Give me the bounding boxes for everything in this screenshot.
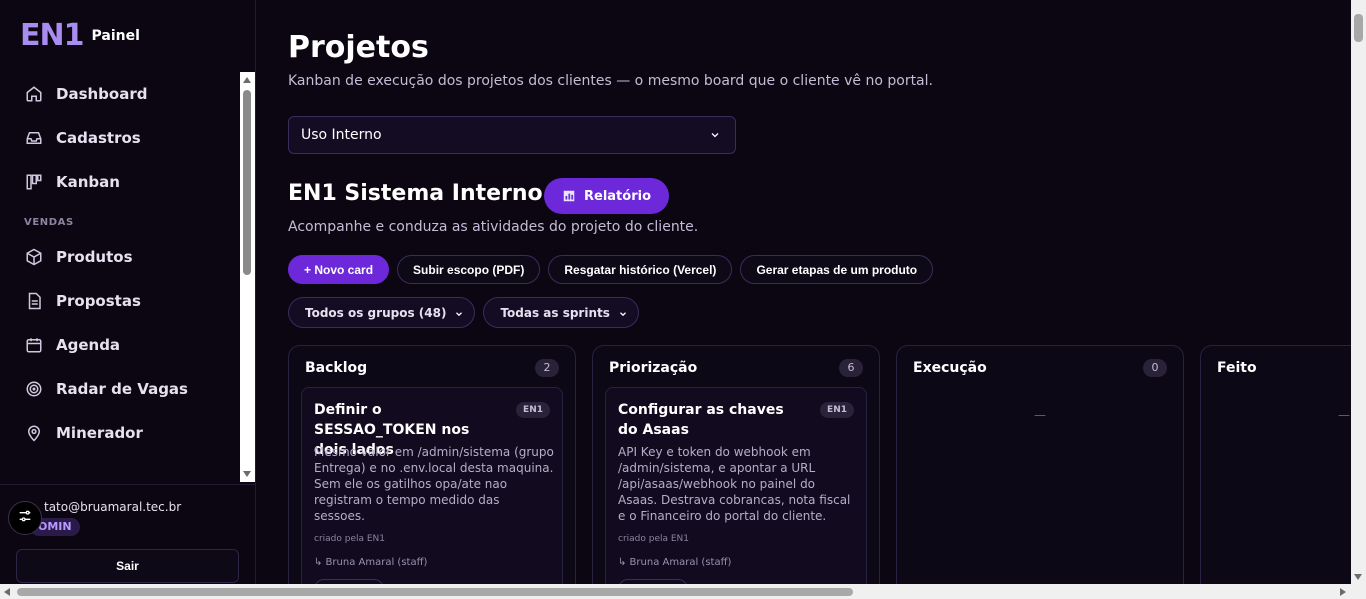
sliders-icon [17, 508, 33, 528]
logo: EN1 [20, 18, 84, 53]
target-icon [24, 379, 44, 399]
sidebar-item-label: Minerador [56, 424, 143, 442]
scroll-left-icon[interactable] [4, 588, 10, 596]
sidebar-item-kanban[interactable]: Kanban [0, 160, 240, 204]
sidebar-item-label: Agenda [56, 336, 121, 354]
map-pin-icon [24, 423, 44, 443]
chevron-down-icon [709, 129, 721, 145]
sidebar-nav: Dashboard Cadastros Kanban VENDAS Produt… [0, 72, 240, 482]
filter-bar: Todos os grupos (48) Todas as sprints [288, 297, 639, 328]
calendar-icon [24, 335, 44, 355]
main-content: Projetos Kanban de execução dos projetos… [256, 0, 1351, 584]
column-empty-indicator: — [1034, 408, 1046, 422]
page-horizontal-scrollbar[interactable] [0, 584, 1366, 599]
scroll-down-icon[interactable] [243, 471, 251, 477]
scroll-thumb[interactable] [1354, 14, 1363, 42]
group-filter-value: Todos os grupos (48) [305, 305, 447, 320]
report-button-label: Relatório [584, 188, 651, 204]
page-subtitle: Kanban de execução dos projetos dos clie… [288, 73, 933, 89]
sidebar-item-propostas[interactable]: Propostas [0, 279, 240, 323]
logo-text: EN1 [20, 18, 84, 53]
scroll-up-icon[interactable] [243, 77, 251, 83]
recover-history-button[interactable]: Resgatar histórico (Vercel) [548, 255, 733, 284]
column-empty-indicator: — [1338, 408, 1350, 422]
page-vertical-scrollbar[interactable] [1351, 0, 1366, 584]
logout-button[interactable]: Sair [16, 549, 239, 583]
kanban-card[interactable]: Configurar as chaves do Asaas EN1 API Ke… [605, 387, 867, 584]
column-title: Backlog [305, 360, 368, 376]
action-bar: + Novo card Subir escopo (PDF) Resgatar … [288, 255, 934, 284]
sidebar-scrollbar[interactable] [240, 72, 255, 482]
project-description: Acompanhe e conduza as atividades do pro… [288, 219, 699, 235]
column-feito: Feito — [1200, 345, 1351, 584]
column-title: Feito [1217, 360, 1257, 376]
card-tag: EN1 [516, 402, 550, 418]
project-select[interactable]: Uso Interno [288, 116, 736, 154]
user-email: tato@bruamaral.tec.br [44, 500, 182, 514]
sprint-filter-value: Todas as sprints [500, 305, 610, 320]
column-title: Priorização [609, 360, 698, 376]
card-description: Mesmo valor em /admin/sistema (grupo Ent… [314, 445, 554, 523]
group-filter[interactable]: Todos os grupos (48) [288, 297, 476, 328]
kanban-board: Backlog 2 Definir o SESSAO_TOKEN nos doi… [288, 345, 1351, 584]
document-icon [24, 291, 44, 311]
card-title: Configurar as chaves do Asaas [618, 402, 784, 438]
sprint-filter[interactable]: Todas as sprints [483, 297, 639, 328]
new-card-button[interactable]: + Novo card [288, 255, 390, 284]
project-title: EN1 Sistema Interno [288, 181, 543, 206]
kanban-icon [24, 172, 44, 192]
scroll-thumb[interactable] [243, 90, 251, 275]
card-tag: EN1 [820, 402, 854, 418]
column-execucao: Execução 0 — [896, 345, 1184, 584]
sidebar-item-minerador[interactable]: Minerador [0, 411, 240, 455]
card-created-by: criado pela EN1 [618, 534, 690, 544]
sidebar-item-label: Produtos [56, 248, 133, 266]
card-owner: ↳ Bruna Amaral (staff) [314, 557, 428, 568]
box-icon [24, 247, 44, 267]
sidebar-item-label: Propostas [56, 292, 141, 310]
column-count-badge: 6 [839, 359, 863, 377]
column-count-badge: 2 [535, 359, 559, 377]
sidebar-item-label: Kanban [56, 173, 120, 191]
card-description: API Key e token do webhook em /admin/sis… [618, 445, 851, 523]
sidebar-item-label: Dashboard [56, 85, 148, 103]
card-created-by: criado pela EN1 [314, 534, 386, 544]
column-title: Execução [913, 360, 987, 376]
sidebar-item-label: Radar de Vagas [56, 380, 188, 398]
inbox-icon [24, 128, 44, 148]
column-count-badge: 0 [1143, 359, 1167, 377]
sidebar-item-agenda[interactable]: Agenda [0, 323, 240, 367]
sidebar-item-label: Cadastros [56, 129, 141, 147]
settings-toggle-button[interactable] [8, 501, 42, 535]
column-backlog: Backlog 2 Definir o SESSAO_TOKEN nos doi… [288, 345, 576, 584]
card-owner: ↳ Bruna Amaral (staff) [618, 557, 732, 568]
brand-label: Painel [91, 28, 140, 44]
user-area: tato@bruamaral.tec.br OMIN Sair [0, 484, 255, 584]
sidebar-item-radar-de-vagas[interactable]: Radar de Vagas [0, 367, 240, 411]
chart-icon [562, 189, 576, 203]
report-button[interactable]: Relatório [544, 178, 669, 214]
page-title: Projetos [288, 30, 429, 65]
chevron-down-icon [618, 308, 628, 322]
column-priorizacao: Priorização 6 Configurar as chaves do As… [592, 345, 880, 584]
sidebar-item-cadastros[interactable]: Cadastros [0, 116, 240, 160]
generate-steps-button[interactable]: Gerar etapas de um produto [740, 255, 934, 284]
sidebar: EN1 Painel Dashboard Cadastros Kanban VE… [0, 0, 256, 584]
chevron-down-icon [454, 308, 464, 322]
scroll-down-icon[interactable] [1354, 574, 1362, 580]
brand[interactable]: EN1 Painel [20, 20, 140, 52]
scroll-right-icon[interactable] [1340, 588, 1346, 596]
home-icon [24, 84, 44, 104]
project-select-value: Uso Interno [301, 127, 382, 143]
upload-scope-button[interactable]: Subir escopo (PDF) [397, 255, 541, 284]
sidebar-item-produtos[interactable]: Produtos [0, 235, 240, 279]
nav-section-vendas: VENDAS [24, 217, 74, 228]
sidebar-item-dashboard[interactable]: Dashboard [0, 72, 240, 116]
kanban-card[interactable]: Definir o SESSAO_TOKEN nos dois lados EN… [301, 387, 563, 584]
scroll-thumb[interactable] [17, 588, 853, 596]
